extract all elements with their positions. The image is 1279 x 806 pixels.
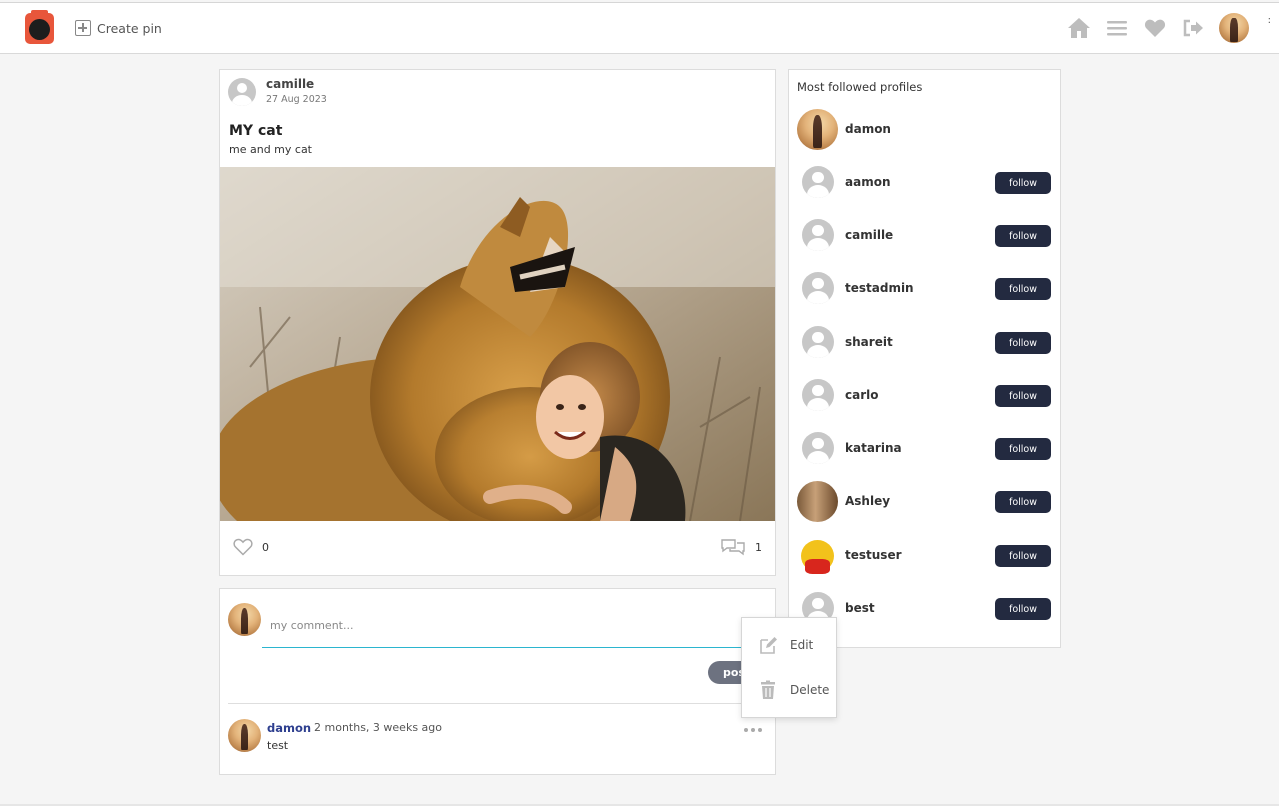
profile-name[interactable]: testuser [845,548,902,562]
profile-name[interactable]: camille [845,228,893,242]
heart-icon[interactable] [1143,16,1167,40]
follow-button[interactable]: follow [995,225,1051,247]
profile-avatar[interactable] [802,379,834,411]
create-pin-button[interactable]: Create pin [75,19,162,37]
home-icon[interactable] [1067,16,1091,40]
like-count: 0 [262,541,269,554]
comments-icon[interactable] [720,537,746,557]
follow-button[interactable]: follow [995,278,1051,300]
heart-outline-icon[interactable] [233,538,253,556]
profile-avatar[interactable] [802,166,834,198]
profile-row: katarina follow [789,426,1060,470]
more-options-icon[interactable] [744,725,766,735]
profile-row: testadmin follow [789,266,1060,310]
user-avatar[interactable] [1219,13,1249,43]
edit-label: Edit [790,638,814,652]
divider [228,703,768,704]
post-description: me and my cat [229,143,312,156]
post-actions: 0 1 [220,532,775,564]
app-logo[interactable] [25,10,54,44]
follow-button[interactable]: follow [995,491,1051,513]
follow-button[interactable]: follow [995,598,1051,620]
follow-button[interactable]: follow [995,545,1051,567]
profile-row: aamon follow [789,160,1060,204]
comment-author[interactable]: damon [267,721,311,735]
profile-row: testuser follow [789,533,1060,577]
profile-name[interactable]: katarina [845,441,902,455]
delete-label: Delete [790,683,830,697]
follow-button[interactable]: follow [995,172,1051,194]
plus-square-icon [75,20,91,36]
logout-icon[interactable] [1181,16,1205,40]
profile-name[interactable]: testadmin [845,281,914,295]
comment-time: 2 months, 3 weeks ago [314,721,442,734]
trash-icon [758,680,778,700]
profile-row: shareit follow [789,320,1060,364]
comment-input[interactable] [262,603,752,648]
most-followed-sidebar: Most followed profiles damon aamon follo… [788,69,1061,648]
profile-row: camille follow [789,213,1060,257]
profile-avatar[interactable] [802,432,834,464]
profile-name[interactable]: damon [845,122,891,136]
follow-button[interactable]: follow [995,332,1051,354]
edit-menu-item[interactable]: Edit [742,625,836,665]
current-user-avatar [228,603,261,636]
comment-count: 1 [755,541,762,554]
edit-icon [758,635,778,655]
comment-avatar[interactable] [228,719,261,752]
nav-icons [1067,13,1249,43]
menu-icon[interactable] [1105,16,1129,40]
delete-menu-item[interactable]: Delete [742,670,836,710]
profile-row: damon [789,107,1060,151]
profile-name[interactable]: Ashley [845,494,890,508]
sidebar-title: Most followed profiles [797,80,923,94]
profile-name[interactable]: shareit [845,335,893,349]
profile-row: carlo follow [789,373,1060,417]
profile-avatar[interactable] [797,535,838,576]
profile-avatar[interactable] [797,481,838,522]
author-avatar[interactable] [228,78,256,106]
comment-text: test [267,739,289,752]
post-image [220,167,775,521]
comment-section: post damon 2 months, 3 weeks ago test [219,588,776,775]
profile-avatar[interactable] [802,326,834,358]
create-pin-label: Create pin [97,20,162,36]
post-date: 27 Aug 2023 [266,94,327,105]
post-title: MY cat [229,123,283,139]
profile-avatar[interactable] [802,272,834,304]
post-card: camille 27 Aug 2023 MY cat me and my cat [219,69,776,576]
follow-button[interactable]: follow [995,385,1051,407]
comment-options-menu: Edit Delete [741,617,837,718]
profile-name[interactable]: aamon [845,175,891,189]
follow-button[interactable]: follow [995,438,1051,460]
extra-mark: : [1267,15,1271,26]
profile-name[interactable]: best [845,601,875,615]
profile-avatar[interactable] [802,219,834,251]
profile-name[interactable]: carlo [845,388,879,402]
profile-avatar[interactable] [797,109,838,150]
post-author[interactable]: camille [266,77,314,91]
profile-row: Ashley follow [789,479,1060,523]
top-navbar: Create pin : [0,2,1279,54]
